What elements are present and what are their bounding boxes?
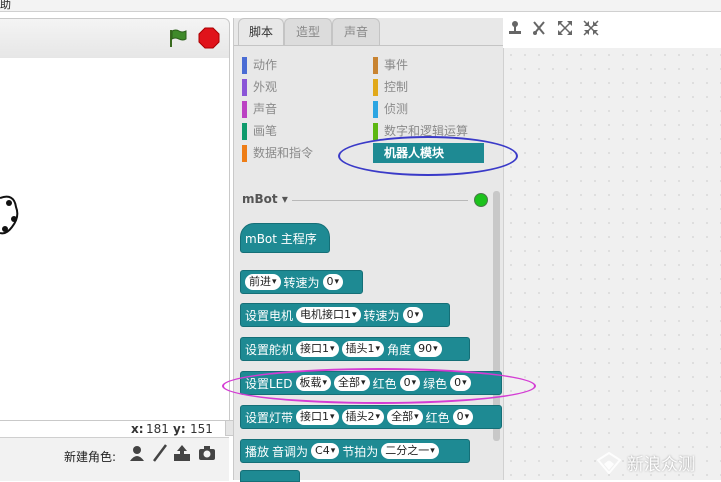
extension-title-label: mBot [242, 192, 278, 206]
menu-help[interactable]: 助 [0, 0, 11, 12]
palette-scrollbar[interactable] [493, 191, 500, 441]
category-motion[interactable]: 动作 [242, 56, 277, 74]
block-label: 设置电机 [245, 308, 294, 323]
slot-dropdown[interactable]: 插头1 [341, 341, 385, 357]
block-set-led-strip[interactable]: 设置灯带 接口1 插头2 全部 红色 0 [240, 405, 502, 429]
block-partial[interactable] [240, 470, 300, 482]
script-toolbar [503, 18, 721, 48]
led-index-dropdown[interactable]: 全部 [387, 409, 423, 425]
category-control[interactable]: 控制 [373, 78, 408, 96]
watermark: 新浪众测 [597, 450, 695, 475]
sprite-panda-partial[interactable] [0, 193, 20, 243]
stop-icon[interactable] [198, 27, 220, 49]
angle-input[interactable]: 90 [414, 341, 442, 357]
category-color-bar [373, 123, 378, 140]
category-pen[interactable]: 画笔 [242, 122, 277, 140]
block-label: 设置舵机 [245, 342, 294, 357]
block-label: 播放 [245, 444, 270, 459]
upload-icon[interactable] [172, 443, 192, 463]
block-label: 红色 [425, 410, 450, 425]
block-label: 音调为 [272, 444, 309, 459]
slot-dropdown[interactable]: 插头2 [341, 409, 385, 425]
block-play-tone[interactable]: 播放 音调为 C4 节拍为 二分之一 [240, 439, 470, 463]
watermark-logo-icon [597, 451, 621, 474]
port-dropdown[interactable]: 接口1 [296, 341, 339, 357]
category-color-bar [242, 101, 247, 118]
category-label: 控制 [384, 80, 409, 94]
new-sprite-bar: 新建角色: [0, 437, 229, 481]
tab-sounds[interactable]: 声音 [332, 18, 380, 45]
extension-title[interactable]: mBot ▾ [242, 192, 288, 206]
x-label: x: [131, 422, 144, 436]
y-label: y: [173, 422, 186, 436]
category-sound[interactable]: 声音 [242, 100, 277, 118]
blocks-palette: 脚本 造型 声音 动作 事件 外观 控制 声音 侦测 画笔 数字和逻辑运算 数据… [233, 18, 504, 482]
menu-bar: 助 [0, 0, 721, 12]
category-sensing[interactable]: 侦测 [373, 100, 408, 118]
tab-costumes[interactable]: 造型 [284, 18, 332, 45]
category-color-bar [373, 101, 378, 118]
speed-input[interactable]: 0 [402, 307, 424, 323]
shrink-icon[interactable] [583, 20, 599, 36]
category-color-bar [242, 57, 247, 74]
y-value: 151 [190, 422, 213, 436]
beat-dropdown[interactable]: 二分之一 [381, 443, 439, 459]
section-divider [292, 200, 468, 201]
block-label: 设置灯带 [245, 410, 294, 425]
category-label: 事件 [384, 58, 409, 72]
stage-toolbar [0, 18, 230, 60]
category-label: 画笔 [253, 124, 278, 138]
category-color-bar [373, 57, 378, 74]
block-label: 转速为 [363, 308, 400, 323]
red-input[interactable]: 0 [452, 409, 474, 425]
port-dropdown[interactable]: 接口1 [296, 409, 339, 425]
category-color-bar [242, 79, 247, 96]
block-label: mBot 主程序 [245, 231, 317, 246]
block-label: 节拍为 [342, 444, 379, 459]
mouse-coordinates: x: 181 y: 151 [0, 420, 229, 436]
category-label: 数据和指令 [253, 146, 314, 160]
camera-icon[interactable] [197, 443, 217, 463]
category-data[interactable]: 数据和指令 [242, 144, 313, 162]
category-looks[interactable]: 外观 [242, 78, 277, 96]
category-color-bar [373, 79, 378, 96]
category-label: 侦测 [384, 102, 409, 116]
direction-dropdown[interactable]: 前进 [245, 274, 281, 290]
stage-canvas[interactable] [0, 58, 230, 421]
annotation-ellipse-blue [338, 136, 518, 176]
sprite-library-icon[interactable] [127, 443, 147, 463]
tone-dropdown[interactable]: C4 [311, 443, 340, 459]
block-mbot-main[interactable]: mBot 主程序 [240, 223, 330, 253]
block-set-servo[interactable]: 设置舵机 接口1 插头1 角度 90 [240, 337, 470, 361]
category-label: 外观 [253, 80, 278, 94]
block-label: 转速为 [283, 275, 320, 290]
category-color-bar [242, 123, 247, 140]
new-sprite-label: 新建角色: [64, 450, 117, 464]
speed-input[interactable]: 0 [322, 274, 344, 290]
paint-brush-icon[interactable] [150, 443, 170, 463]
category-label: 声音 [253, 102, 278, 116]
cut-scissors-icon[interactable] [531, 20, 547, 36]
connection-status-indicator [474, 193, 488, 207]
script-area[interactable] [503, 48, 721, 480]
duplicate-stamp-icon[interactable] [507, 20, 523, 36]
block-label: 角度 [387, 342, 412, 357]
grow-icon[interactable] [557, 20, 573, 36]
block-list: mBot ▾ mBot 主程序 前进 转速为 0 设置电机 电机接口1 转速为 … [234, 191, 504, 482]
category-events[interactable]: 事件 [373, 56, 408, 74]
motor-port-dropdown[interactable]: 电机接口1 [296, 307, 361, 323]
x-value: 181 [146, 422, 169, 436]
block-move[interactable]: 前进 转速为 0 [240, 270, 363, 294]
block-set-motor[interactable]: 设置电机 电机接口1 转速为 0 [240, 303, 450, 327]
category-label: 动作 [253, 58, 278, 72]
tab-scripts[interactable]: 脚本 [238, 18, 284, 46]
green-flag-icon[interactable] [166, 27, 188, 49]
category-color-bar [242, 145, 247, 162]
watermark-text: 新浪众测 [627, 455, 695, 475]
annotation-ellipse-pink [222, 368, 536, 404]
